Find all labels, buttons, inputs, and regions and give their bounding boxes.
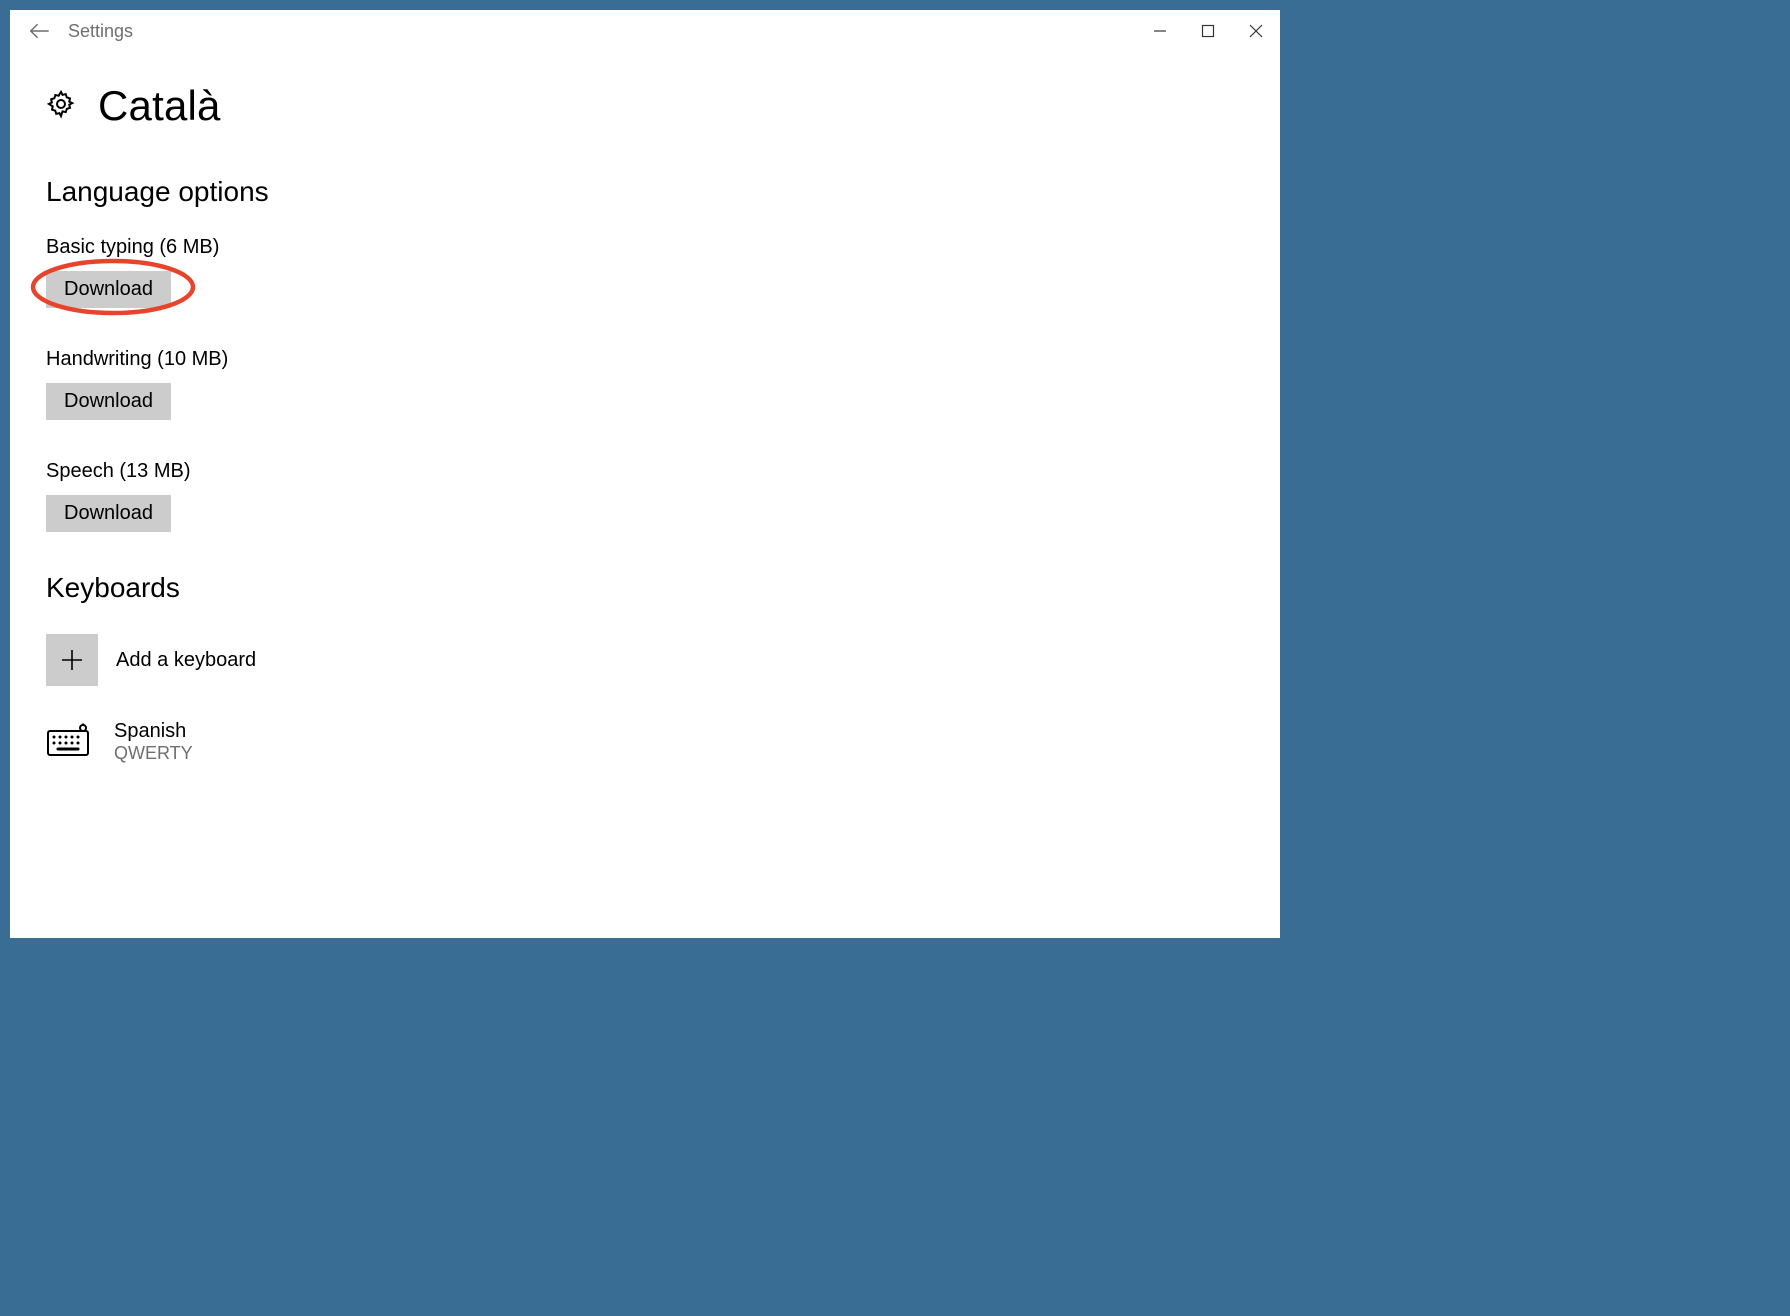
window-title: Settings (68, 21, 133, 42)
plus-icon (46, 634, 98, 686)
maximize-button[interactable] (1184, 10, 1232, 52)
close-button[interactable] (1232, 10, 1280, 52)
handwriting-download-button[interactable]: Download (46, 383, 171, 420)
keyboard-icon (46, 723, 90, 762)
content-area: Català Language options Basic typing (6 … (10, 52, 1280, 938)
keyboard-layout: QWERTY (114, 743, 193, 764)
language-options-heading: Language options (46, 176, 1280, 208)
handwriting-label: Handwriting (10 MB) (46, 348, 1280, 371)
basic-typing-option: Basic typing (6 MB) Download (46, 236, 1280, 308)
speech-option: Speech (13 MB) Download (46, 460, 1280, 532)
minimize-button[interactable] (1136, 10, 1184, 52)
basic-typing-download-button[interactable]: Download (46, 271, 171, 308)
speech-download-button[interactable]: Download (46, 495, 171, 532)
window-controls (1136, 10, 1280, 52)
page-header: Català (46, 82, 1280, 130)
keyboard-name: Spanish (114, 720, 193, 743)
keyboards-heading: Keyboards (46, 572, 1280, 604)
titlebar: Settings (10, 10, 1280, 52)
settings-window: Settings Català Language options (10, 10, 1280, 938)
keyboard-item-spanish[interactable]: Spanish QWERTY (46, 720, 1280, 764)
add-keyboard-label: Add a keyboard (116, 649, 256, 672)
keyboard-item-text: Spanish QWERTY (114, 720, 193, 764)
handwriting-option: Handwriting (10 MB) Download (46, 348, 1280, 420)
speech-label: Speech (13 MB) (46, 460, 1280, 483)
add-keyboard-row[interactable]: Add a keyboard (46, 634, 1280, 686)
back-button[interactable] (10, 10, 68, 52)
page-title: Català (98, 82, 221, 130)
basic-typing-label: Basic typing (6 MB) (46, 236, 1280, 259)
gear-icon (46, 89, 76, 124)
